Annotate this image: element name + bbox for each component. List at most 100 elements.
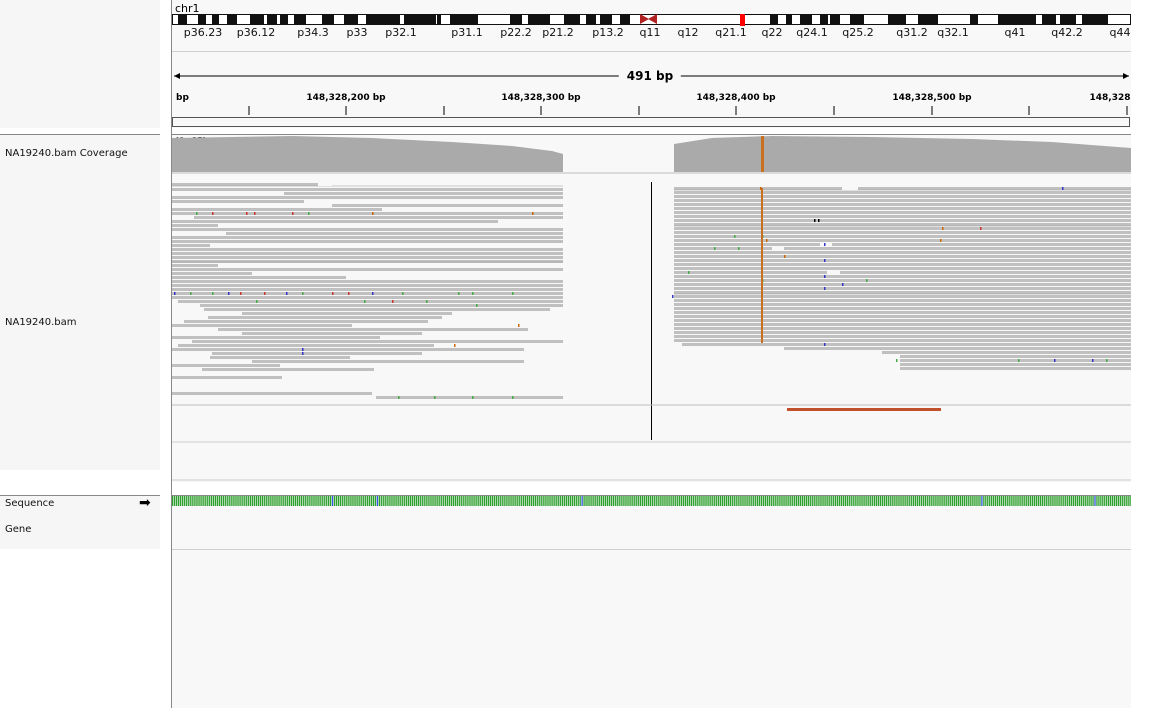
sequence-track[interactable] [172, 495, 1131, 509]
read [332, 204, 563, 207]
read [194, 216, 563, 219]
mismatch-mark [254, 212, 256, 215]
read [674, 303, 1131, 306]
mismatch-mark [824, 343, 826, 346]
read [242, 312, 452, 315]
cytoband-label: q22 [761, 26, 783, 39]
mismatch-mark [824, 275, 826, 278]
read [208, 316, 442, 319]
strand-arrow-icon[interactable]: ➡ [139, 495, 151, 511]
read [674, 207, 1131, 210]
read [172, 252, 563, 255]
read [674, 287, 1131, 290]
mismatch-mark [866, 279, 868, 282]
read [172, 376, 282, 379]
mismatch-mark [348, 292, 350, 295]
mismatch-mark [714, 247, 716, 250]
read [674, 215, 1131, 218]
read [674, 299, 1131, 302]
mismatch-mark [458, 292, 460, 295]
mismatch-mark [212, 212, 214, 215]
read [172, 212, 563, 215]
read [674, 255, 1131, 258]
mismatch-mark [228, 292, 230, 295]
mismatch-mark [292, 212, 294, 215]
cytoband-label: q32.1 [937, 26, 969, 39]
mismatch-mark [398, 396, 400, 399]
coverage-track [172, 136, 1131, 172]
read [674, 227, 1131, 230]
read [172, 264, 218, 267]
read [172, 244, 210, 247]
mismatch-mark [512, 292, 514, 295]
cytoband-label: p32.1 [385, 26, 417, 39]
mismatch-mark [1062, 187, 1064, 190]
mismatch-mark [286, 292, 288, 295]
mismatch-mark [818, 219, 820, 222]
read [674, 327, 1131, 330]
read [784, 347, 1131, 350]
read [226, 232, 563, 235]
mismatch-mark [364, 300, 366, 303]
read [178, 300, 563, 303]
mismatch-mark [1018, 359, 1020, 362]
read [172, 296, 563, 299]
read [172, 364, 280, 367]
cytoband-label: p31.1 [451, 26, 483, 39]
read [900, 367, 1131, 370]
alignment-view[interactable] [172, 134, 1131, 482]
ruler-tick-label: 148,328,300 bp [501, 93, 581, 103]
mismatch-mark [738, 247, 740, 250]
alignment-track-name[interactable]: NA19240.bam [5, 317, 77, 328]
cytoband-label: p22.2 [500, 26, 532, 39]
mismatch-mark [472, 396, 474, 399]
mismatch-mark [1092, 359, 1094, 362]
read [200, 304, 563, 307]
mismatch-mark [256, 300, 258, 303]
header-name-panel [0, 0, 160, 128]
mismatch-mark [392, 300, 394, 303]
read [674, 259, 1131, 262]
mismatch-mark [302, 292, 304, 295]
mismatch-mark [190, 292, 192, 295]
ruler-tick-label: 148,328,500 bp [892, 93, 972, 103]
coverage-track-name[interactable]: NA19240.bam Coverage [5, 148, 128, 159]
mismatch-mark [372, 292, 374, 295]
mismatch-mark [240, 292, 242, 295]
read [674, 311, 1131, 314]
gene-track-name[interactable]: Gene [5, 524, 31, 535]
read [682, 343, 1131, 346]
read [882, 351, 1131, 354]
mismatch-mark [824, 259, 826, 262]
ruler[interactable] [172, 104, 1131, 128]
read [212, 352, 422, 355]
mismatch-mark [174, 292, 176, 295]
cytoband-label: q21.1 [715, 26, 747, 39]
cytoband-label: p33 [346, 26, 368, 39]
read [172, 260, 563, 263]
cytoband-label: p36.12 [236, 26, 276, 39]
cytoband-label: q11 [639, 26, 661, 39]
cytoband-label: q25.2 [842, 26, 874, 39]
read [252, 360, 524, 363]
read [172, 236, 563, 239]
mismatch-mark [980, 227, 982, 230]
chromosome-ideogram[interactable] [172, 14, 1131, 26]
read [674, 219, 1131, 222]
read [172, 268, 563, 271]
mismatch-mark [246, 212, 248, 215]
read [184, 320, 428, 323]
mismatch-mark [512, 396, 514, 399]
read [674, 251, 1131, 254]
read [674, 247, 1131, 250]
read [178, 344, 434, 347]
mismatch-mark [842, 283, 844, 286]
mismatch-mark [1054, 359, 1056, 362]
read [172, 208, 382, 211]
read [172, 188, 563, 191]
read [172, 324, 352, 327]
read [172, 228, 563, 231]
sequence-track-name[interactable]: Sequence [5, 498, 54, 509]
mismatch-mark [454, 344, 456, 347]
feature-panel [172, 495, 1131, 708]
